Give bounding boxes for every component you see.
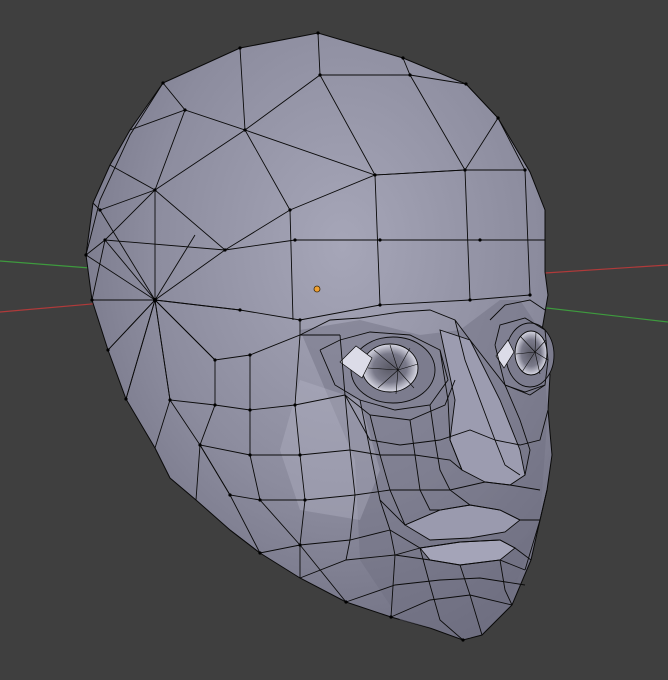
viewport-canvas[interactable] [0,0,668,680]
x-axis-line-right [544,264,668,274]
y-axis-line-left [0,260,91,269]
3d-viewport[interactable] [0,0,668,680]
object-origin-dot[interactable] [313,285,321,293]
head-mesh[interactable] [84,31,555,642]
